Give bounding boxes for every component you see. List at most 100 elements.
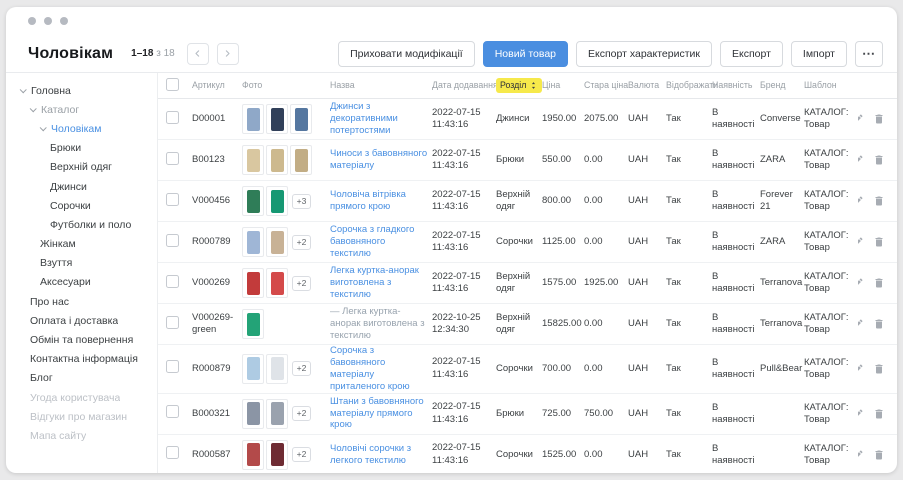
table-row: D00001Джинси з декоративними потертостям… — [158, 99, 897, 140]
row-checkbox[interactable] — [166, 152, 179, 165]
column-header[interactable]: Артикул — [192, 80, 242, 91]
product-name-link[interactable]: Чиноси з бавовняного матеріалу — [330, 148, 427, 171]
row-checkbox[interactable] — [166, 193, 179, 206]
column-header[interactable]: Наявність — [712, 80, 760, 91]
sidebar-item[interactable]: Оплата і доставка — [6, 311, 157, 330]
product-photo — [290, 104, 312, 134]
sidebar-item[interactable]: Верхній одяг — [6, 158, 157, 177]
edit-icon[interactable] — [858, 277, 864, 289]
product-price: 1950.00 — [542, 113, 584, 125]
product-name: — Легка куртка-анорак виготовлена з текс… — [330, 306, 432, 342]
row-checkbox[interactable] — [166, 111, 179, 124]
product-name-link[interactable]: Сорочка з бавовняного матеріалу притален… — [330, 345, 410, 392]
edit-icon[interactable] — [858, 363, 864, 375]
row-checkbox[interactable] — [166, 316, 179, 329]
sidebar-item[interactable]: Про нас — [6, 292, 157, 311]
product-name-link[interactable]: Чоловіча вітрівка прямого крою — [330, 189, 406, 212]
row-actions — [858, 154, 897, 166]
delete-icon[interactable] — [873, 449, 885, 461]
sidebar-item[interactable]: Угода користувача — [6, 388, 157, 407]
more-photos-badge[interactable]: +2 — [292, 276, 311, 291]
row-checkbox[interactable] — [166, 275, 179, 288]
column-header[interactable]: Назва — [330, 80, 432, 91]
delete-icon[interactable] — [873, 236, 885, 248]
column-header[interactable]: Валюта — [628, 80, 666, 91]
product-name-link[interactable]: Штани з бавовняного матеріалу прямого кр… — [330, 396, 424, 431]
sidebar-item[interactable]: Головна — [6, 81, 157, 100]
row-checkbox[interactable] — [166, 446, 179, 459]
row-checkbox[interactable] — [166, 234, 179, 247]
edit-icon[interactable] — [858, 449, 864, 461]
column-header[interactable]: Відображати — [666, 80, 712, 91]
product-name: Штани з бавовняного матеріалу прямого кр… — [330, 396, 432, 432]
sidebar-item[interactable]: Сорочки — [6, 196, 157, 215]
toolbar-button[interactable]: Приховати модифікації — [338, 41, 475, 67]
product-name-link[interactable]: Джинси з декоративними потертостями — [330, 101, 398, 136]
product-name-link[interactable]: Чоловічі сорочки з легкого текстилю — [330, 443, 411, 466]
edit-icon[interactable] — [858, 318, 864, 330]
toolbar-button[interactable]: Експорт — [720, 41, 783, 67]
column-header[interactable]: Стара ціна — [584, 80, 628, 91]
delete-icon[interactable] — [873, 277, 885, 289]
next-page-button[interactable] — [217, 43, 239, 65]
toolbar-button[interactable]: Новий товар — [483, 41, 568, 67]
sidebar-item[interactable]: Футболки и поло — [6, 215, 157, 234]
sidebar-item-label: Жінкам — [40, 238, 76, 250]
more-photos-badge[interactable]: +2 — [292, 406, 311, 421]
product-sku: V000456 — [192, 195, 242, 207]
product-photo — [242, 268, 264, 298]
sidebar-item[interactable]: Обмін та повернення — [6, 330, 157, 349]
product-photo — [242, 104, 264, 134]
delete-icon[interactable] — [873, 318, 885, 330]
sidebar-item[interactable]: Чоловікам — [6, 119, 157, 138]
more-options-button[interactable]: ⋯ — [855, 41, 883, 67]
edit-icon[interactable] — [858, 408, 864, 420]
column-header[interactable]: Ціна — [542, 80, 584, 91]
edit-icon[interactable] — [858, 236, 864, 248]
toolbar-button[interactable]: Експорт характеристик — [576, 41, 712, 67]
column-header[interactable]: Шаблон — [804, 80, 858, 91]
more-photos-badge[interactable]: +3 — [292, 194, 311, 209]
row-actions — [858, 363, 897, 375]
page-header: Чоловікам 1–18 з 18 Приховати модифікаці… — [6, 35, 897, 73]
sidebar-item[interactable]: Блог — [6, 369, 157, 388]
select-all-checkbox[interactable] — [166, 78, 179, 91]
column-header[interactable]: Фото — [242, 80, 330, 91]
row-checkbox[interactable] — [166, 360, 179, 373]
sidebar-item[interactable]: Аксесуари — [6, 273, 157, 292]
sidebar-item[interactable]: Жінкам — [6, 235, 157, 254]
sidebar-item[interactable]: Джинси — [6, 177, 157, 196]
delete-icon[interactable] — [873, 113, 885, 125]
edit-icon[interactable] — [858, 195, 864, 207]
column-header[interactable]: Дата додавання — [432, 80, 496, 91]
product-price: 1525.00 — [542, 449, 584, 461]
product-name-link[interactable]: — Легка куртка-анорак виготовлена з текс… — [330, 306, 425, 341]
edit-icon[interactable] — [858, 113, 864, 125]
prev-page-button[interactable] — [187, 43, 209, 65]
column-header[interactable]: Розділ — [496, 78, 542, 93]
column-header[interactable]: Бренд — [760, 80, 804, 91]
row-select-cell — [166, 405, 192, 422]
product-name-link[interactable]: Легка куртка-анорак виготовлена з тексти… — [330, 265, 419, 300]
product-name-link[interactable]: Сорочка з гладкого бавовняного текстилю — [330, 224, 414, 259]
row-checkbox[interactable] — [166, 405, 179, 418]
sidebar-item[interactable]: Контактна інформація — [6, 350, 157, 369]
sidebar-item[interactable]: Мапа сайту — [6, 426, 157, 445]
sidebar-item[interactable]: Відгуки про магазин — [6, 407, 157, 426]
delete-icon[interactable] — [873, 408, 885, 420]
toolbar-button[interactable]: Імпорт — [791, 41, 847, 67]
sidebar-item[interactable]: Взуття — [6, 254, 157, 273]
edit-icon[interactable] — [858, 154, 864, 166]
delete-icon[interactable] — [873, 154, 885, 166]
sidebar-item[interactable]: Брюки — [6, 139, 157, 158]
product-section: Брюки — [496, 408, 542, 420]
desktop-background: Чоловікам 1–18 з 18 Приховати модифікаці… — [0, 0, 903, 480]
more-photos-badge[interactable]: +2 — [292, 361, 311, 376]
product-currency: UAH — [628, 318, 666, 330]
more-photos-badge[interactable]: +2 — [292, 235, 311, 250]
delete-icon[interactable] — [873, 363, 885, 375]
table-row: V000269-green— Легка куртка-анорак вигот… — [158, 304, 897, 345]
sidebar-item[interactable]: Каталог — [6, 100, 157, 119]
more-photos-badge[interactable]: +2 — [292, 447, 311, 462]
delete-icon[interactable] — [873, 195, 885, 207]
